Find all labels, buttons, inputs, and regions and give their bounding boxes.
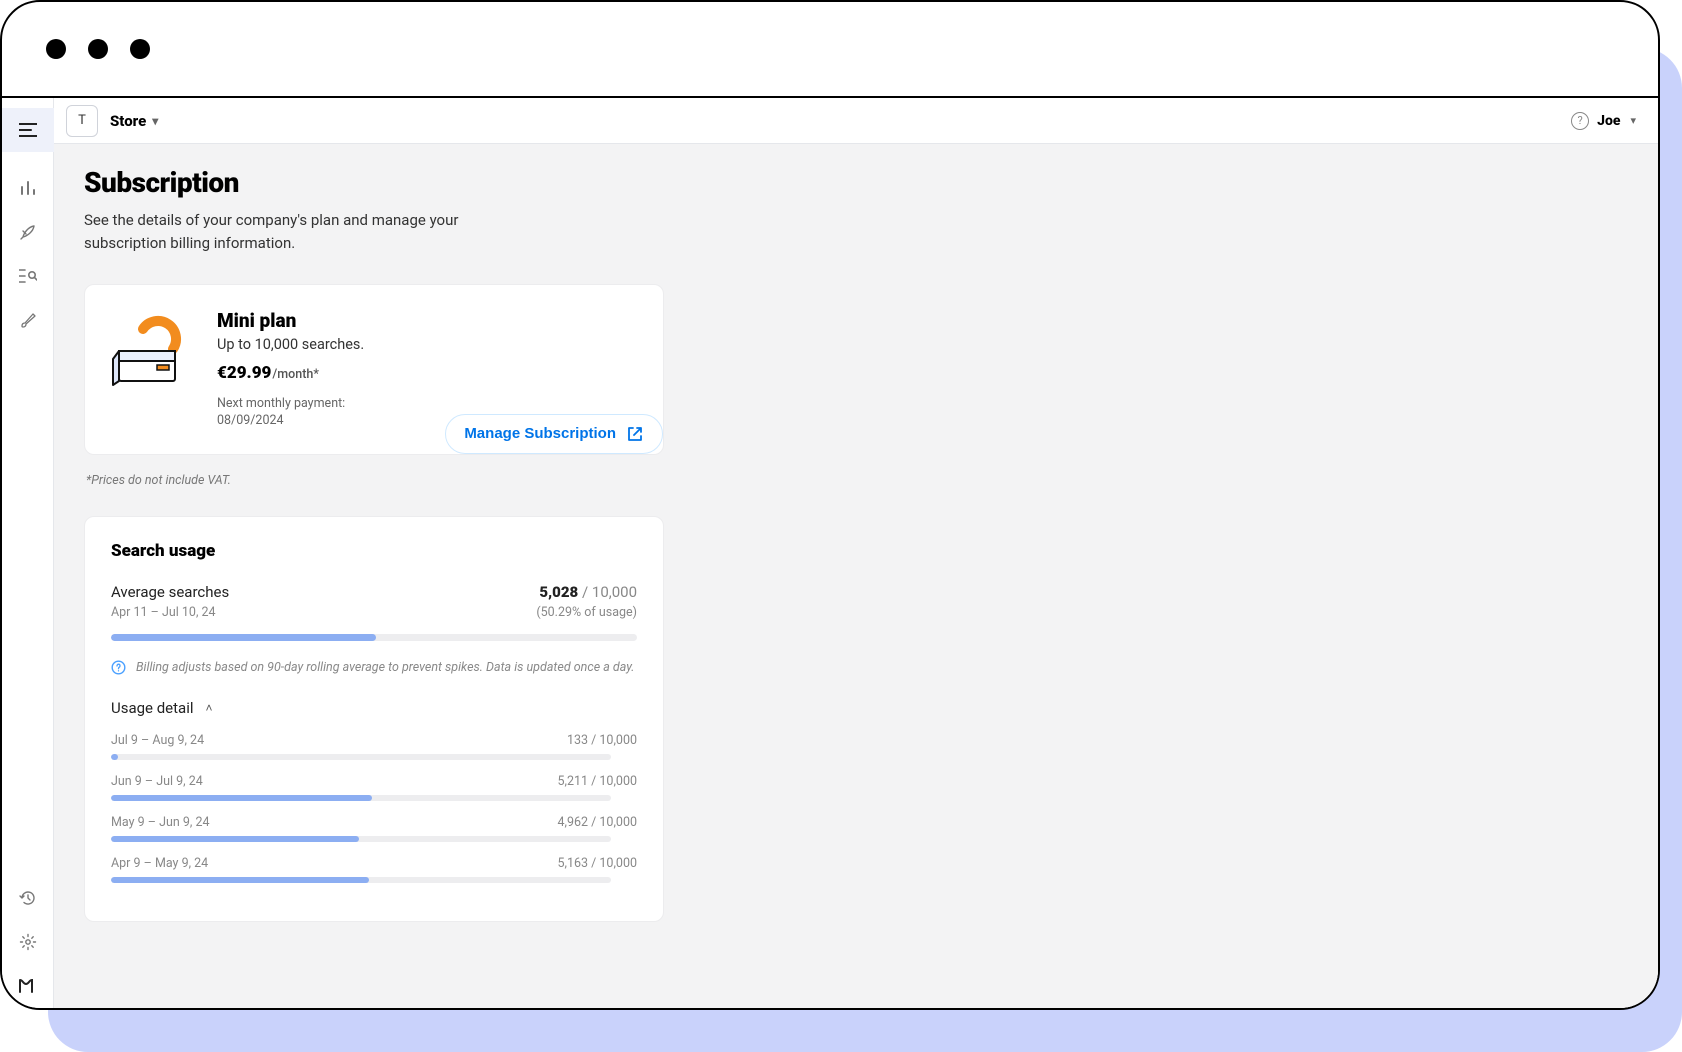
usage-info-text: Billing adjusts based on 90-day rolling … — [136, 659, 634, 679]
usage-detail-row: Jun 9 – Jul 9, 24 5,211 / 10,000 — [111, 774, 637, 801]
usage-detail-bar — [111, 795, 611, 801]
vat-note: *Prices do not include VAT. — [86, 473, 1628, 488]
usage-detail-value: 5,211 / 10,000 — [557, 774, 637, 789]
avg-searches-period: Apr 11 – Jul 10, 24 — [111, 605, 229, 620]
store-selector[interactable]: Store ▾ — [110, 112, 158, 130]
history-icon — [19, 889, 37, 907]
window-dot — [88, 39, 108, 59]
menu-toggle-button[interactable] — [2, 108, 54, 152]
usage-detail-period: May 9 – Jun 9, 24 — [111, 815, 210, 830]
avg-searches-number: 5,028 — [539, 583, 578, 601]
usage-detail-period: Apr 9 – May 9, 24 — [111, 856, 208, 871]
page-subtitle: See the details of your company's plan a… — [84, 209, 504, 256]
usage-detail-bar — [111, 836, 611, 842]
rocket-icon — [19, 223, 37, 241]
store-selector-label: Store — [110, 112, 146, 130]
plan-price: €29.99 — [217, 363, 271, 383]
brand-logo-icon — [18, 978, 38, 994]
sidebar-item-launch[interactable] — [2, 210, 54, 254]
plan-next-payment-label: Next monthly payment: — [217, 396, 345, 411]
help-icon[interactable]: ? — [1571, 112, 1589, 130]
sidebar-item-history[interactable] — [2, 876, 54, 920]
usage-detail-value: 133 / 10,000 — [567, 733, 637, 748]
usage-detail-label: Usage detail — [111, 699, 194, 717]
plan-illustration — [111, 315, 191, 395]
usage-detail-toggle[interactable]: Usage detail ˄ — [111, 699, 637, 717]
usage-title: Search usage — [111, 541, 637, 561]
sidebar-item-analytics[interactable] — [2, 166, 54, 210]
usage-detail-value: 5,163 / 10,000 — [557, 856, 637, 871]
gear-icon — [19, 933, 37, 951]
search-list-icon — [19, 268, 37, 284]
menu-icon — [19, 123, 37, 137]
usage-detail-bar — [111, 877, 611, 883]
plan-name: Mini plan — [217, 309, 637, 332]
window-dot — [46, 39, 66, 59]
sidebar-item-search-list[interactable] — [2, 254, 54, 298]
avg-progress-bar — [111, 634, 637, 641]
plan-next-payment-date: 08/09/2024 — [217, 413, 284, 428]
manage-subscription-button[interactable]: Manage Subscription — [445, 414, 663, 454]
bar-chart-icon — [20, 180, 36, 196]
chevron-down-icon: ▾ — [152, 114, 158, 128]
info-icon — [111, 660, 126, 679]
avg-searches-value: 5,028 / 10,000 — [536, 583, 637, 601]
window-dot — [130, 39, 150, 59]
chevron-up-icon: ˄ — [206, 701, 213, 715]
topbar: T Store ▾ ? Joe ▾ — [54, 98, 1658, 144]
store-avatar[interactable]: T — [66, 105, 98, 137]
usage-detail-period: Jun 9 – Jul 9, 24 — [111, 774, 203, 789]
plan-price-unit: /month* — [272, 367, 318, 382]
usage-detail-bar — [111, 754, 611, 760]
sidebar-item-design[interactable] — [2, 298, 54, 342]
user-menu[interactable]: ? Joe ▾ — [1571, 112, 1636, 130]
window-titlebar — [2, 2, 1658, 98]
avg-searches-label: Average searches — [111, 583, 229, 601]
user-name: Joe — [1597, 113, 1620, 129]
external-link-icon — [626, 425, 644, 443]
usage-detail-row: May 9 – Jun 9, 24 4,962 / 10,000 — [111, 815, 637, 842]
plan-next-payment: Next monthly payment: 08/09/2024 — [217, 395, 367, 430]
sidebar-item-settings[interactable] — [2, 920, 54, 964]
avg-searches-percent: (50.29% of usage) — [536, 605, 637, 620]
usage-detail-period: Jul 9 – Aug 9, 24 — [111, 733, 204, 748]
sidebar-item-brand[interactable] — [2, 964, 54, 1008]
avg-searches-limit: 10,000 — [592, 583, 637, 601]
sidebar — [2, 98, 54, 1008]
plan-card: Mini plan Up to 10,000 searches. €29.99/… — [84, 284, 664, 455]
chevron-down-icon: ▾ — [1630, 114, 1636, 127]
brush-icon — [19, 311, 37, 329]
usage-detail-row: Jul 9 – Aug 9, 24 133 / 10,000 — [111, 733, 637, 760]
usage-card: Search usage Average searches Apr 11 – J… — [84, 516, 664, 922]
usage-detail-row: Apr 9 – May 9, 24 5,163 / 10,000 — [111, 856, 637, 883]
plan-description: Up to 10,000 searches. — [217, 336, 637, 353]
usage-detail-value: 4,962 / 10,000 — [557, 815, 637, 830]
page-title: Subscription — [84, 166, 1628, 199]
manage-subscription-label: Manage Subscription — [464, 425, 616, 442]
